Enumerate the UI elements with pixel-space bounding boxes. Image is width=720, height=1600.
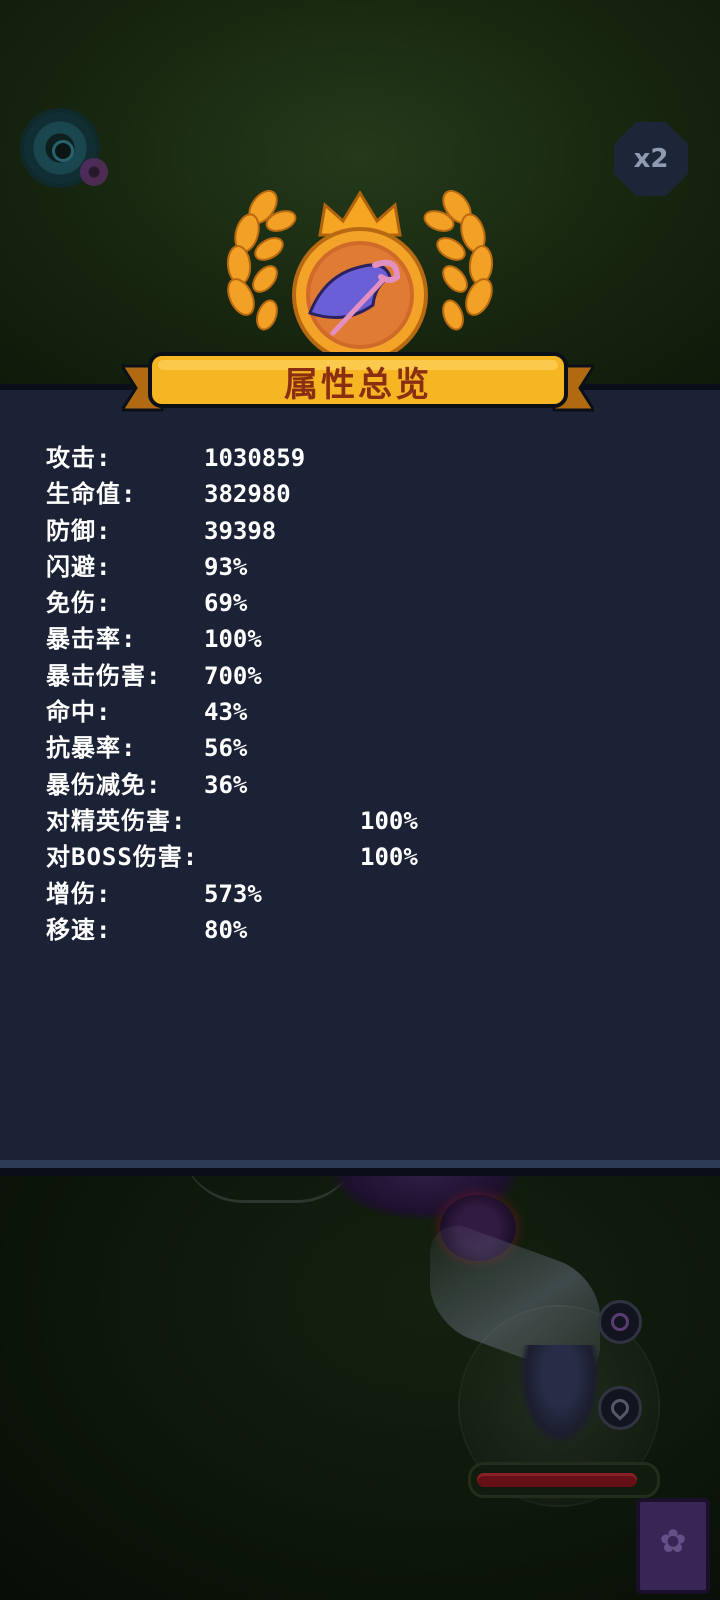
emblem (225, 185, 495, 365)
panel-title: 属性总览 (284, 364, 432, 405)
stat-row: 暴击率: 100% (46, 621, 686, 657)
stat-row: 命中: 43% (46, 694, 686, 730)
stat-label: 命中: (46, 698, 112, 727)
stat-label: 对精英伤害: (46, 806, 187, 835)
stat-label: 增伤: (46, 879, 112, 908)
laurel-icon (226, 189, 297, 331)
stat-value: 93% (204, 552, 248, 581)
stat-value: 39398 (204, 516, 277, 545)
stat-row: 移速: 80% (46, 912, 686, 948)
stats-list: 攻击: 1030859 生命值: 382980 防御: 39398 闪避: 93% 免伤: 69%… (46, 440, 686, 948)
stat-row: 攻击: 1030859 (46, 440, 686, 476)
stat-label: 免伤: (46, 589, 112, 618)
stat-row: 对精英伤害: 100% (46, 803, 686, 839)
stat-row: 闪避: 93% (46, 549, 686, 585)
stat-label: 移速: (46, 915, 112, 944)
stat-label: 暴击率: (46, 625, 137, 654)
stat-label: 对BOSS伤害: (46, 843, 199, 872)
dim-overlay (0, 1168, 720, 1600)
stat-row: 防御: 39398 (46, 513, 686, 549)
stat-value: 382980 (204, 480, 291, 509)
stat-row: 对BOSS伤害: 100% (46, 839, 686, 875)
stat-row: 增伤: 573% (46, 876, 686, 912)
stat-row: 免伤: 69% (46, 585, 686, 621)
stat-label: 防御: (46, 516, 112, 545)
stat-label: 抗暴率: (46, 734, 137, 763)
skill-orb-icon (80, 158, 108, 186)
stat-label: 暴击伤害: (46, 661, 162, 690)
stat-value: 100% (204, 625, 262, 654)
stat-value: 573% (204, 879, 262, 908)
stat-value: 36% (204, 770, 248, 799)
stat-value: 100% (360, 843, 418, 872)
stat-value: 100% (360, 806, 418, 835)
stat-row: 抗暴率: 56% (46, 730, 686, 766)
stat-label: 生命值: (46, 480, 137, 509)
stat-value: 80% (204, 915, 248, 944)
stat-label: 闪避: (46, 552, 112, 581)
stat-row: 暴击伤害: 700% (46, 658, 686, 694)
stat-value: 69% (204, 589, 248, 618)
stat-value: 56% (204, 734, 248, 763)
stat-label: 暴伤减免: (46, 770, 162, 799)
stat-row: 暴伤减免: 36% (46, 767, 686, 803)
stat-label: 攻击: (46, 444, 112, 472)
stat-value: 43% (204, 698, 248, 727)
stat-value: 1030859 (204, 444, 306, 472)
stat-value: 700% (204, 661, 262, 690)
stat-row: 生命值: 382980 (46, 476, 686, 512)
